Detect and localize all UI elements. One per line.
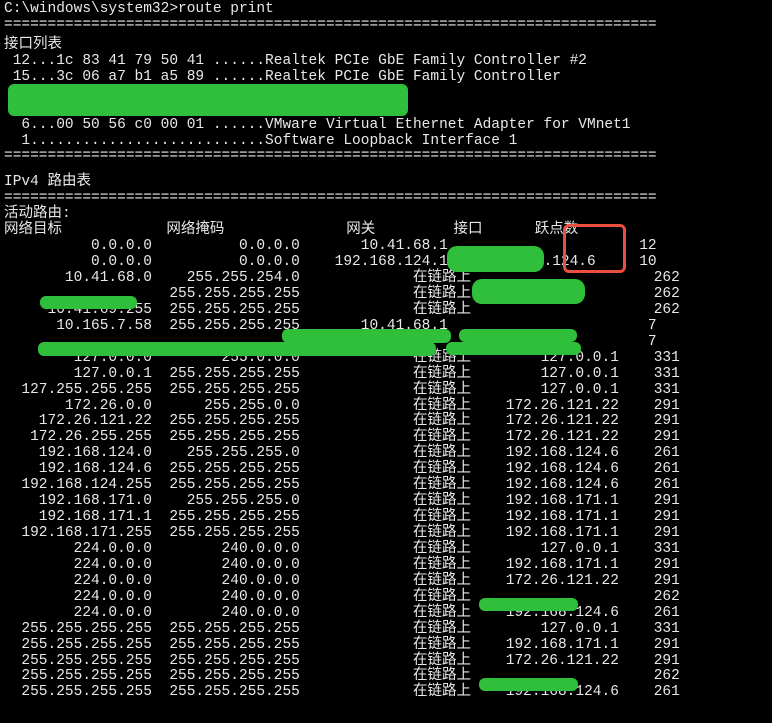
route-row: 224.0.0.0 240.0.0.0 在链路上 262	[4, 590, 768, 606]
interface-list-header: 接口列表	[4, 38, 768, 54]
route-row: 192.168.171.1 255.255.255.255 在链路上 192.1…	[4, 510, 768, 526]
route-row: 255.255.255.255 255.255.255.255 在链路上 192…	[4, 638, 768, 654]
ipv4-route-header: IPv4 路由表	[4, 175, 768, 191]
interface-entry: 1...........................Software Loo…	[4, 134, 768, 150]
separator: ========================================…	[4, 149, 768, 165]
prompt-path: C:\windows\system32>	[4, 2, 178, 18]
route-row: 192.168.171.255 255.255.255.255 在链路上 192…	[4, 526, 768, 542]
route-row: 255.255.255.255 255.255.255.255 在链路上 262	[4, 669, 768, 685]
route-row: 127.255.255.255 255.255.255.255 在链路上 127…	[4, 383, 768, 399]
route-row: 10.41.68.0 255.255.254.0 在链路上 262	[4, 271, 768, 287]
route-row: 172.26.255.255 255.255.255.255 在链路上 172.…	[4, 430, 768, 446]
route-row: 192.168.171.0 255.255.255.0 在链路上 192.168…	[4, 494, 768, 510]
route-row: 255.255.255.255 255.255.255.255 在链路上 192…	[4, 685, 768, 701]
route-row: 192.168.124.0 255.255.255.0 在链路上 192.168…	[4, 446, 768, 462]
redaction-bar	[8, 84, 408, 116]
route-row: 224.0.0.0 240.0.0.0 在链路上 192.168.124.6 2…	[4, 606, 768, 622]
redaction-bar	[472, 279, 585, 304]
redaction-bar	[40, 296, 137, 309]
route-row: 255.255.255.255 255.255.255.255 在链路上 127…	[4, 622, 768, 638]
route-row: 172.26.121.22 255.255.255.255 在链路上 172.2…	[4, 414, 768, 430]
redaction-bar	[282, 329, 451, 343]
separator: ========================================…	[4, 18, 768, 34]
active-routes-header: 活动路由:	[4, 207, 768, 223]
interface-entry: 12...1c 83 41 79 50 41 ......Realtek PCI…	[4, 54, 768, 70]
typed-command[interactable]: route print	[178, 2, 274, 18]
route-columns-header: 网络目标 网络掩码 网关 接口 跃点数	[4, 223, 768, 239]
route-row: 192.168.124.255 255.255.255.255 在链路上 192…	[4, 478, 768, 494]
route-row: 0.0.0.0 0.0.0.0 192.168.124.1 192.168.12…	[4, 255, 768, 271]
redaction-bar	[479, 678, 578, 691]
route-row: 224.0.0.0 240.0.0.0 在链路上 192.168.171.1 2…	[4, 558, 768, 574]
route-row: 0.0.0.0 0.0.0.0 10.41.68.1 12	[4, 239, 768, 255]
redaction-bar	[447, 246, 544, 272]
redaction-bar	[446, 342, 581, 355]
route-row: 224.0.0.0 240.0.0.0 在链路上 172.26.121.22 2…	[4, 574, 768, 590]
redaction-bar	[459, 329, 577, 342]
command-prompt: C:\windows\system32>route print	[4, 2, 768, 18]
route-row: 224.0.0.0 240.0.0.0 在链路上 127.0.0.1 331	[4, 542, 768, 558]
route-row: 127.0.0.1 255.255.255.255 在链路上 127.0.0.1…	[4, 367, 768, 383]
route-row: 192.168.124.6 255.255.255.255 在链路上 192.1…	[4, 462, 768, 478]
separator: ========================================…	[4, 191, 768, 207]
highlight-box	[563, 224, 626, 273]
redaction-bar	[479, 598, 578, 611]
redaction-bar	[38, 342, 436, 356]
interface-entry: 6...00 50 56 c0 00 01 ......VMware Virtu…	[4, 118, 768, 134]
